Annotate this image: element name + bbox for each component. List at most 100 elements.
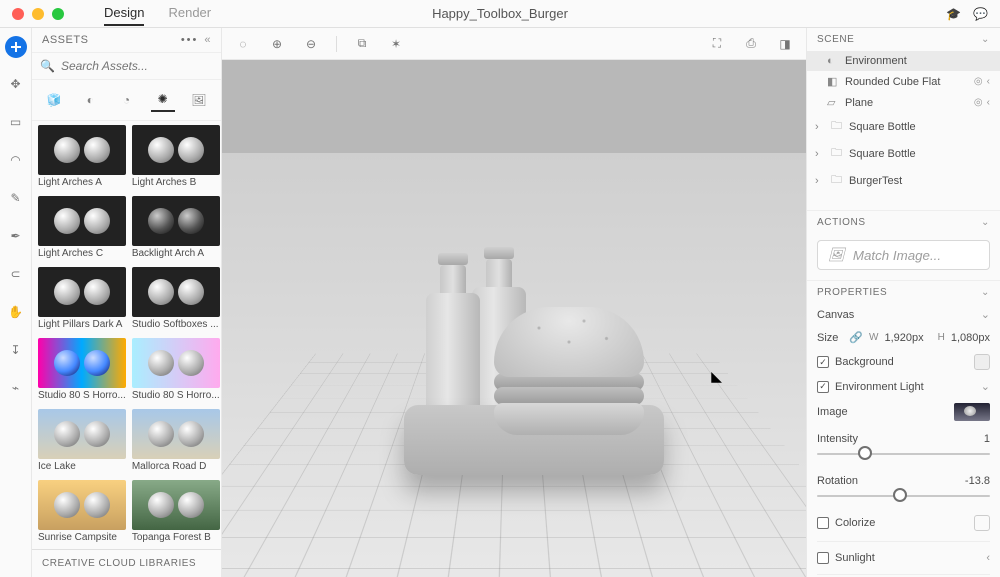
chevron-right-icon[interactable]: ‹ — [986, 552, 990, 564]
ccl-header[interactable]: CREATIVE CLOUD LIBRARIES — [32, 549, 221, 577]
asset-tab-materials-icon[interactable]: ◐ — [78, 88, 102, 112]
asset-item[interactable]: Studio 80 S Horro... — [132, 338, 220, 403]
asset-item[interactable]: Ice Lake — [38, 409, 126, 474]
plane-icon: ▱ — [827, 96, 839, 109]
scatter-icon[interactable]: ✶ — [387, 35, 405, 53]
add-button[interactable] — [5, 36, 27, 58]
folder-icon: 🗀 — [831, 144, 843, 163]
env-light-checkbox[interactable] — [817, 381, 829, 393]
visibility-icon[interactable]: ◎ — [974, 76, 983, 87]
move-tool-icon[interactable]: ✥ — [4, 72, 28, 96]
expand-icon[interactable]: › — [815, 148, 825, 160]
search-input[interactable] — [61, 59, 213, 73]
size-label: Size — [817, 332, 843, 344]
assets-collapse-icon[interactable]: « — [204, 34, 211, 46]
background-swatch[interactable] — [974, 354, 990, 370]
asset-item[interactable]: Light Pillars Dark A — [38, 267, 126, 332]
subtract-sel-icon[interactable]: ⊖ — [302, 35, 320, 53]
actions-header: ACTIONS — [817, 217, 866, 228]
asset-item[interactable]: Light Arches A — [38, 125, 126, 190]
asset-item[interactable]: Studio Softboxes ... — [132, 267, 220, 332]
wand-tool-icon[interactable]: ✎ — [4, 186, 28, 210]
tab-render[interactable]: Render — [168, 1, 211, 26]
asset-item[interactable]: Mallorca Road D — [132, 409, 220, 474]
lock-icon[interactable]: ‹ — [987, 97, 990, 108]
match-image-button[interactable]: 🖼Match Image... — [817, 240, 990, 270]
folder-icon: 🗀 — [831, 117, 843, 136]
document-title: Happy_Toolbox_Burger — [432, 6, 568, 21]
expand-icon[interactable]: › — [815, 175, 825, 187]
asset-grid: Light Arches A Light Arches B Light Arch… — [32, 121, 221, 549]
learn-icon[interactable]: 🎓 — [946, 7, 961, 21]
render-settings-icon[interactable]: ◨ — [776, 35, 794, 53]
cursor-icon: ◣ — [711, 368, 722, 385]
canvas-dropdown[interactable]: Canvas⌄ — [817, 308, 990, 321]
asset-tab-images-icon[interactable]: 🖼 — [187, 88, 211, 112]
scene-item-square-bottle-2[interactable]: ›🗀Square Bottle — [807, 140, 1000, 167]
scene-item-plane[interactable]: ▱Plane◎‹ — [807, 92, 1000, 113]
environment-icon: ◐ — [827, 55, 839, 67]
link-icon[interactable]: 🔗 — [849, 331, 863, 344]
asset-item[interactable]: Studio 80 S Horro... — [38, 338, 126, 403]
assets-more-icon[interactable]: ••• — [181, 34, 199, 46]
intensity-value[interactable]: 1 — [984, 433, 990, 445]
viewport-3d[interactable] — [222, 60, 806, 577]
camera-bookmark-icon[interactable]: ⎙ — [742, 35, 760, 53]
rotation-slider[interactable] — [817, 487, 990, 503]
lasso-tool-icon[interactable]: ⊂ — [4, 262, 28, 286]
assets-header: ASSETS — [42, 34, 88, 46]
zoom-window[interactable] — [52, 8, 64, 20]
chevron-down-icon[interactable]: ⌄ — [981, 34, 990, 45]
asset-item[interactable]: Sunrise Campsite — [38, 480, 126, 545]
colorize-checkbox[interactable] — [817, 517, 829, 529]
search-icon: 🔍 — [40, 59, 55, 73]
folder-icon: 🗀 — [831, 171, 843, 190]
scene-list: ◐Environment ◧Rounded Cube Flat◎‹ ▱Plane… — [807, 51, 1000, 194]
height-value[interactable]: 1,080px — [951, 332, 990, 344]
asset-item[interactable]: Light Arches C — [38, 196, 126, 261]
cube-icon: ◧ — [827, 75, 839, 88]
select-rect-icon[interactable]: ▭ — [4, 110, 28, 134]
minimize-window[interactable] — [32, 8, 44, 20]
visibility-icon[interactable]: ◎ — [974, 97, 983, 108]
orbit-tool-icon[interactable]: ◠ — [4, 148, 28, 172]
sunlight-checkbox[interactable] — [817, 552, 829, 564]
scene-item-square-bottle-1[interactable]: ›🗀Square Bottle — [807, 113, 1000, 140]
asset-tab-models-icon[interactable]: 🧊 — [42, 88, 66, 112]
scene-item-environment[interactable]: ◐Environment — [807, 51, 1000, 71]
properties-header: PROPERTIES — [817, 287, 887, 298]
asset-item[interactable]: Light Arches B — [132, 125, 220, 190]
asset-tab-shapes-icon[interactable]: ◔ — [114, 88, 138, 112]
add-to-sel-icon[interactable]: ⊕ — [268, 35, 286, 53]
expand-icon[interactable]: › — [815, 121, 825, 133]
background-checkbox[interactable] — [817, 356, 829, 368]
close-window[interactable] — [12, 8, 24, 20]
scene-item-burgertest[interactable]: ›🗀BurgerTest — [807, 167, 1000, 194]
asset-tab-lights-icon[interactable]: ✺ — [151, 88, 175, 112]
chevron-down-icon[interactable]: ⌄ — [981, 287, 990, 298]
scene-render — [354, 215, 674, 475]
chevron-down-icon: ⌄ — [981, 308, 990, 321]
scene-header: SCENE — [817, 34, 854, 45]
env-image-thumb[interactable] — [954, 403, 990, 421]
dolly-tool-icon[interactable]: ↧ — [4, 338, 28, 362]
colorize-swatch[interactable] — [974, 515, 990, 531]
hand-tool-icon[interactable]: ✋ — [4, 300, 28, 324]
image-icon: 🖼 — [828, 247, 845, 263]
lock-icon[interactable]: ‹ — [987, 76, 990, 87]
eyedropper-icon[interactable]: ✒ — [4, 224, 28, 248]
width-value[interactable]: 1,920px — [884, 332, 923, 344]
chevron-down-icon[interactable]: ⌄ — [981, 380, 990, 393]
tab-design[interactable]: Design — [104, 1, 144, 26]
asset-item[interactable]: Backlight Arch A — [132, 196, 220, 261]
intensity-slider[interactable] — [817, 445, 990, 461]
scene-item-rounded-cube[interactable]: ◧Rounded Cube Flat◎‹ — [807, 71, 1000, 92]
rotation-value[interactable]: -13.8 — [965, 475, 990, 487]
frame-icon[interactable]: ⛶ — [708, 35, 726, 53]
asset-item[interactable]: Topanga Forest B — [132, 480, 220, 545]
chevron-down-icon[interactable]: ⌄ — [981, 217, 990, 228]
misc-tool-icon[interactable]: ⌁ — [4, 376, 28, 400]
feedback-icon[interactable]: 💬 — [973, 7, 988, 21]
select-circle-icon[interactable]: ◌ — [234, 35, 252, 53]
snap-icon[interactable]: ⧉ — [353, 35, 371, 53]
